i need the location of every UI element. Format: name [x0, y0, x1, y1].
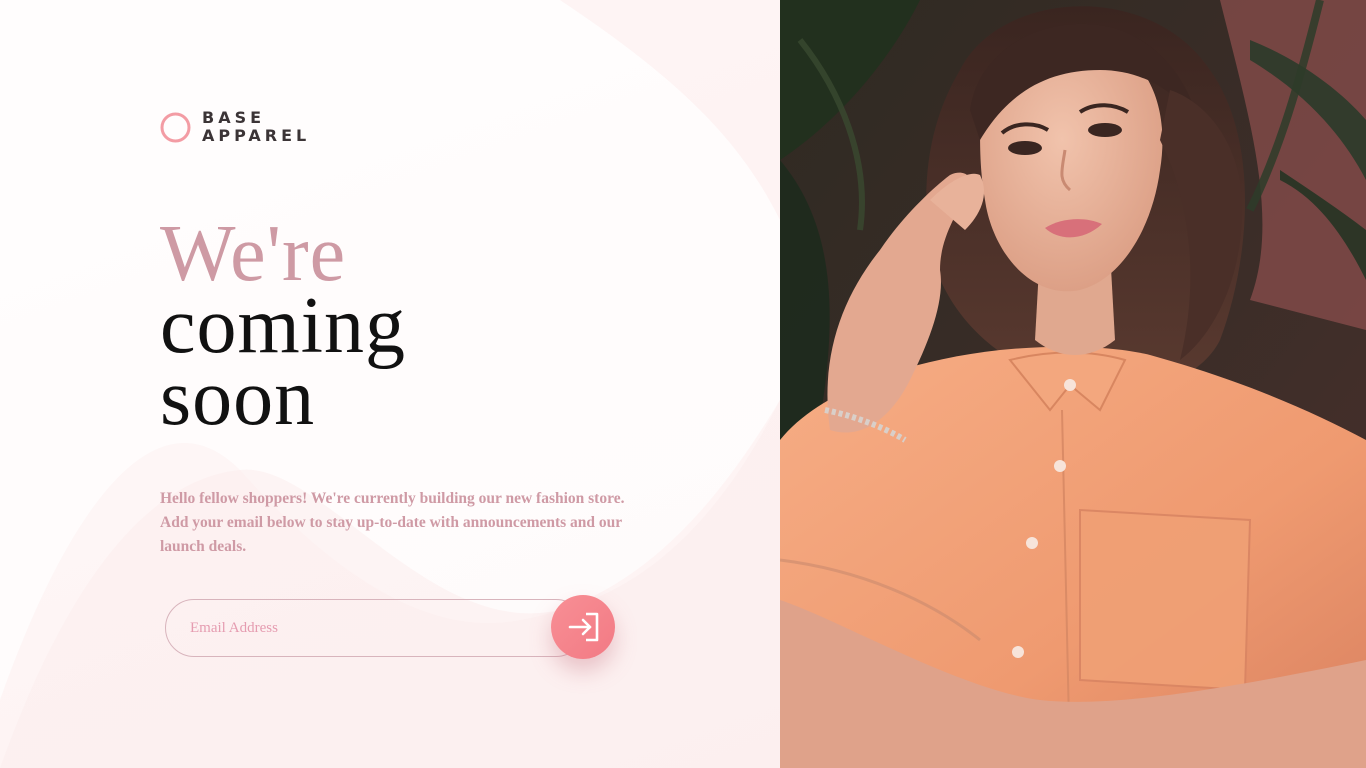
ring-logo-icon [160, 112, 191, 142]
headline-accent-line: We're [160, 210, 347, 298]
intro-paragraph: Hello fellow shoppers! We're currently b… [160, 490, 625, 555]
headline-line-3: soon [160, 354, 316, 442]
submit-button[interactable] [551, 595, 615, 659]
page-headline: We're coming soon [160, 210, 406, 442]
content-panel: BASE APPAREL We're coming soon Hello fel… [0, 0, 780, 768]
hero-image-panel [780, 0, 1366, 768]
brand-name-line-1: BASE [202, 108, 266, 127]
arrow-right-into-bracket-icon [568, 612, 599, 642]
headline-line-2: coming [160, 282, 406, 370]
email-field[interactable] [165, 599, 585, 657]
email-signup-form [165, 595, 615, 659]
brand-name-line-2: APPAREL [202, 126, 311, 145]
coming-soon-page: BASE APPAREL We're coming soon Hello fel… [0, 0, 1366, 768]
brand-wordmark: BASE APPAREL [202, 109, 310, 145]
brand-logo[interactable]: BASE APPAREL [160, 108, 310, 146]
woman-in-orange-shirt-photo [780, 0, 1366, 768]
